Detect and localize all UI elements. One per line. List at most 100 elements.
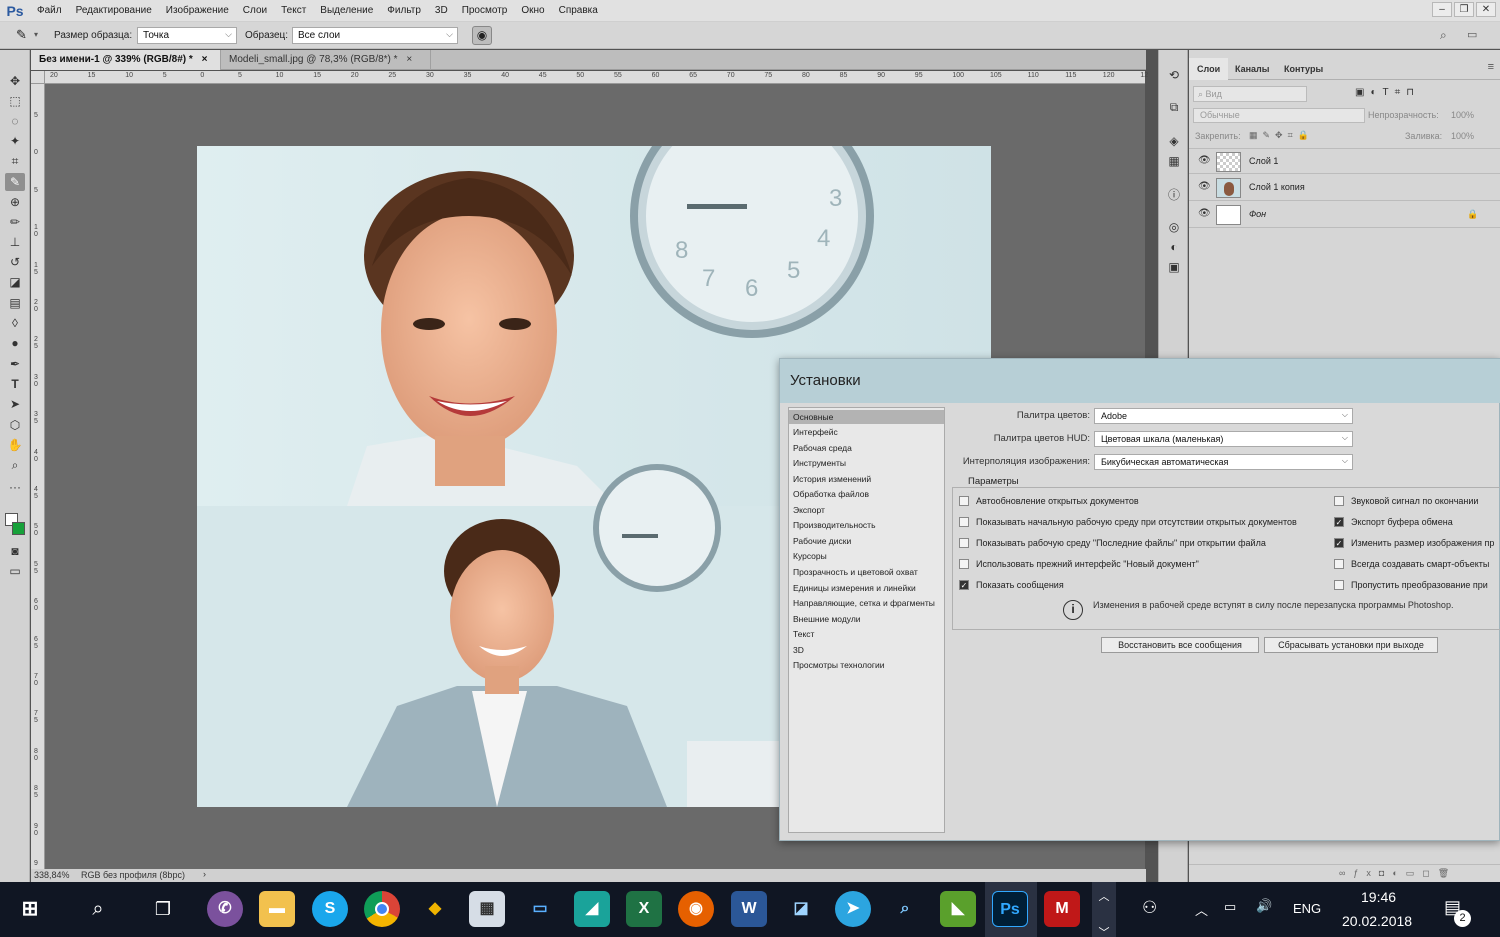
restore-messages-button[interactable]: Восстановить все сообщения — [1101, 637, 1259, 653]
type-tool-icon[interactable]: T — [5, 375, 25, 393]
restore-button[interactable]: ❐ — [1454, 2, 1474, 17]
sample-select[interactable]: Все слои ⌵ — [292, 27, 458, 44]
chevron-down-icon[interactable]: ▾ — [34, 30, 38, 39]
menu-3d[interactable]: 3D — [428, 5, 455, 16]
task-view-icon[interactable]: ❐ — [145, 891, 181, 927]
glass-app-icon[interactable]: ◪ — [783, 891, 819, 927]
close-button[interactable]: ✕ — [1476, 2, 1496, 17]
eyedropper-icon[interactable]: ✎ — [16, 27, 27, 43]
nav-file-handling[interactable]: Обработка файлов — [789, 487, 944, 501]
app-diamond-icon[interactable]: ◆ — [417, 891, 453, 927]
menu-filter[interactable]: Фильтр — [380, 5, 428, 16]
properties-icon[interactable]: ⧉ — [1166, 100, 1182, 116]
info-icon[interactable]: ⓘ — [1166, 186, 1182, 202]
layer-filter-icons[interactable]: ▣◐T⌗⊓ — [1355, 87, 1420, 98]
taskbar-scroll[interactable]: ︿ ﹀ — [1092, 882, 1116, 937]
nav-guides[interactable]: Направляющие, сетка и фрагменты — [789, 596, 944, 610]
menu-layers[interactable]: Слои — [236, 5, 274, 16]
nav-tech-previews[interactable]: Просмотры технологии — [789, 658, 944, 672]
viber-icon[interactable]: ✆ — [207, 891, 243, 927]
eyedropper-tool-icon[interactable]: ✎ — [5, 173, 25, 191]
gradient-tool-icon[interactable]: ▤ — [5, 294, 25, 312]
stamp-tool-icon[interactable]: ⊥ — [5, 233, 25, 251]
chevron-up-icon[interactable]: ︿ — [1195, 900, 1208, 919]
checkbox-resize-on-place[interactable]: ✓ Изменить размер изображения пр — [1334, 538, 1494, 548]
brush-tool-icon[interactable]: ✏ — [5, 213, 25, 231]
opacity-value[interactable]: 100% — [1451, 110, 1474, 120]
nav-plugins[interactable]: Внешние модули — [789, 612, 944, 626]
maya-icon[interactable]: ◢ — [574, 891, 610, 927]
nav-type[interactable]: Текст — [789, 627, 944, 641]
menu-view[interactable]: Просмотр — [455, 5, 515, 16]
search-icon[interactable]: ⌕ — [1440, 28, 1447, 43]
windows-start-icon[interactable]: ⊞ — [12, 891, 48, 927]
menu-text[interactable]: Текст — [274, 5, 313, 16]
people-icon[interactable]: ⚇ — [1142, 898, 1157, 918]
reset-on-quit-button[interactable]: Сбрасывать установки при выходе — [1264, 637, 1438, 653]
nav-export[interactable]: Экспорт — [789, 503, 944, 517]
fill-value[interactable]: 100% — [1451, 131, 1474, 141]
channels-icon[interactable]: ◎ — [1166, 220, 1182, 236]
menu-help[interactable]: Справка — [552, 5, 605, 16]
calculator-icon[interactable]: ▦ — [469, 891, 505, 927]
eye-icon[interactable]: 👁 — [1198, 208, 1211, 219]
sample-size-select[interactable]: Точка ⌵ — [137, 27, 237, 44]
panel-menu-icon[interactable]: ≡ — [1488, 61, 1494, 73]
crop-tool-icon[interactable]: ⌗ — [5, 152, 25, 170]
checkbox-export-clipboard[interactable]: ✓ Экспорт буфера обмена — [1334, 517, 1453, 527]
styles-icon[interactable]: ▣ — [1166, 260, 1182, 276]
firefox-icon[interactable]: ◉ — [678, 891, 714, 927]
network-icon[interactable]: ▭ — [1224, 899, 1236, 915]
swatches-icon[interactable]: ▦ — [1166, 154, 1182, 170]
layer-row[interactable]: 👁 Фон 🔒 — [1189, 202, 1500, 228]
nav-interface[interactable]: Интерфейс — [789, 425, 944, 439]
magic-wand-icon[interactable]: ✦ — [5, 132, 25, 150]
checkbox-beep-when-done[interactable]: Звуковой сигнал по окончании — [1334, 496, 1478, 506]
remote-desktop-icon[interactable]: ⌕ — [887, 891, 923, 927]
color-picker-select[interactable]: Adobe ⌵ — [1094, 408, 1353, 424]
clock-date[interactable]: 20.02.2018 — [1342, 913, 1412, 929]
skype-icon[interactable]: S — [312, 891, 348, 927]
nav-3d[interactable]: 3D — [789, 643, 944, 657]
interpolation-select[interactable]: Бикубическая автоматическая ⌵ — [1094, 454, 1353, 470]
nav-workspace[interactable]: Рабочая среда — [789, 441, 944, 455]
excel-icon[interactable]: X — [626, 891, 662, 927]
shape-tool-icon[interactable]: ⬡ — [5, 416, 25, 434]
checkbox-show-messages[interactable]: ✓ Показать сообщения — [959, 580, 1064, 590]
nav-units[interactable]: Единицы измерения и линейки — [789, 581, 944, 595]
profile-info[interactable]: RGB без профиля (8bpc) — [81, 870, 185, 880]
menu-file[interactable]: Файл — [30, 5, 69, 16]
telegram-icon[interactable]: ➤ — [835, 891, 871, 927]
checkbox-skip-transform[interactable]: Пропустить преобразование при — [1334, 580, 1488, 590]
tab-document-1[interactable]: Без имени-1 @ 339% (RGB/8#) * × — [31, 50, 221, 70]
background-color-swatch[interactable] — [12, 522, 25, 535]
nav-scratch-disks[interactable]: Рабочие диски — [789, 534, 944, 548]
screen-mode-icon[interactable]: ▭ — [5, 562, 25, 580]
hud-picker-select[interactable]: Цветовая шкала (маленькая) ⌵ — [1094, 431, 1353, 447]
layer-filter-select[interactable]: ⌕ Вид — [1193, 86, 1307, 102]
dodge-tool-icon[interactable]: ● — [5, 334, 25, 352]
blur-tool-icon[interactable]: ◊ — [5, 314, 25, 332]
move-tool-icon[interactable]: ✥ — [5, 72, 25, 90]
file-explorer-icon[interactable]: ▬ — [259, 891, 295, 927]
adjustments-icon[interactable]: ◐ — [1166, 240, 1182, 256]
nav-tools[interactable]: Инструменты — [789, 456, 944, 470]
language-indicator[interactable]: ENG — [1293, 901, 1321, 916]
history-brush-icon[interactable]: ↺ — [5, 253, 25, 271]
tab-layers[interactable]: Слои — [1189, 58, 1229, 80]
word-icon[interactable]: W — [731, 891, 767, 927]
hand-tool-icon[interactable]: ✋ — [5, 436, 25, 454]
close-icon[interactable]: × — [202, 54, 208, 65]
menu-image[interactable]: Изображение — [159, 5, 236, 16]
workspace-icon[interactable]: ▭ — [1467, 28, 1477, 41]
volume-icon[interactable]: 🔊 — [1256, 898, 1272, 914]
checkbox-legacy-new-doc[interactable]: Использовать прежний интерфейс "Новый до… — [959, 559, 1199, 569]
sample-ring-icon[interactable]: ◉ — [472, 26, 492, 45]
close-icon[interactable]: × — [406, 54, 412, 65]
menu-edit[interactable]: Редактирование — [69, 5, 159, 16]
clock-time[interactable]: 19:46 — [1361, 889, 1396, 905]
nav-general[interactable]: Основные — [789, 410, 944, 424]
more-tools-icon[interactable]: ··· — [5, 478, 25, 496]
lasso-tool-icon[interactable]: ◌ — [5, 112, 25, 130]
eye-icon[interactable]: 👁 — [1198, 155, 1211, 166]
